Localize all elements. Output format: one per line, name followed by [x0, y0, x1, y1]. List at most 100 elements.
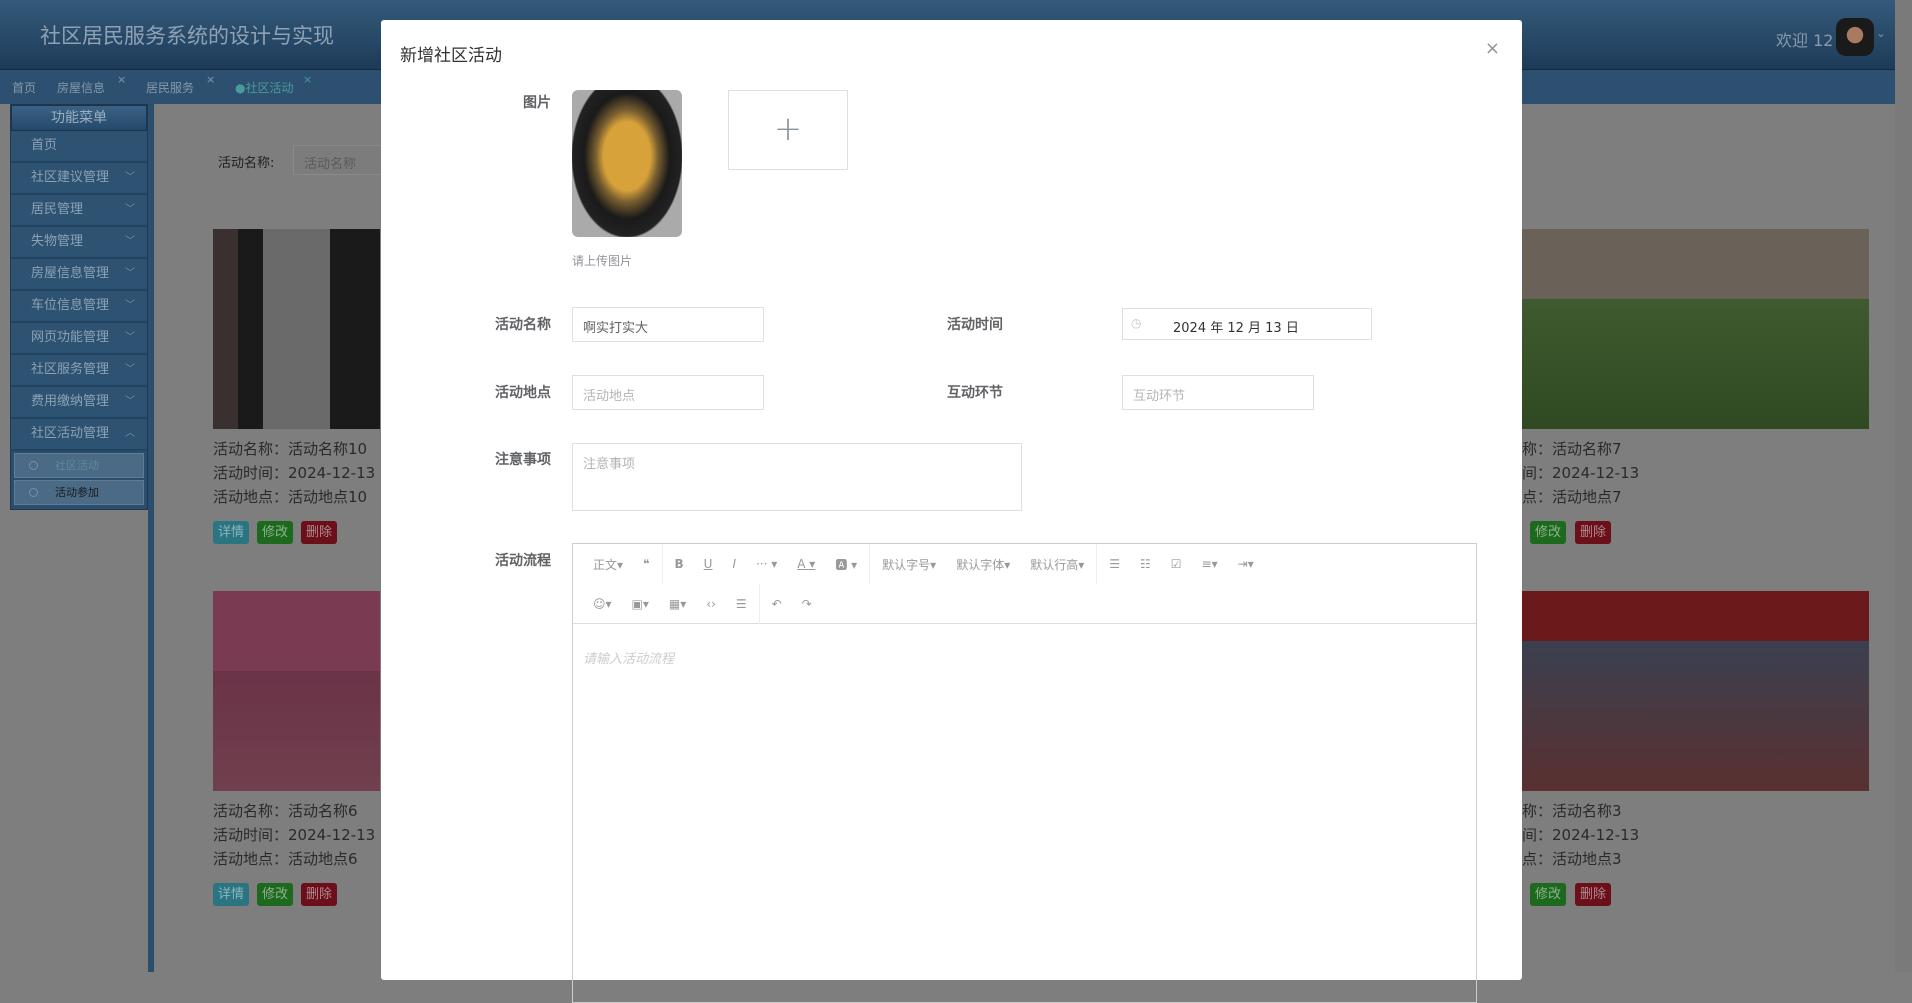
welcome-text: 欢迎 12: [1776, 31, 1834, 50]
time-label: 活动时间: [947, 317, 1003, 333]
activity-name-input[interactable]: 啊实打实大: [572, 307, 764, 342]
sidebar-item-house[interactable]: 房屋信息管理 ﹀: [11, 259, 147, 291]
delete-button[interactable]: 删除: [1575, 883, 1612, 906]
tab-community-activity[interactable]: ●社区活动 ×: [235, 73, 312, 96]
tab-home[interactable]: 首页: [12, 79, 36, 96]
activity-time-input[interactable]: ◷ 2024 年 12 月 13 日: [1122, 308, 1372, 340]
more-icon[interactable]: ··· ▾: [756, 557, 777, 571]
activity-card-info: 称：活动名称7 间：2024-12-13 点：活动地点7: [1522, 437, 1639, 509]
font-family-dropdown[interactable]: 默认字体▾: [956, 556, 1010, 573]
table-icon[interactable]: ▦▾: [669, 597, 686, 611]
app-title: 社区居民服务系统的设计与实现: [40, 24, 334, 48]
edit-button[interactable]: 修改: [1530, 883, 1567, 906]
sidebar-item-service[interactable]: 社区服务管理 ﹀: [11, 355, 147, 387]
redo-icon[interactable]: ↷: [802, 597, 812, 611]
name-label: 活动名称: [495, 317, 551, 333]
delete-button[interactable]: 删除: [301, 883, 338, 906]
search-label: 活动名称:: [218, 156, 275, 171]
close-icon[interactable]: ×: [117, 73, 126, 86]
notes-textarea[interactable]: 注意事项: [572, 443, 1022, 511]
close-icon[interactable]: ×: [206, 73, 215, 86]
activity-time: 活动时间：2024-12-13: [213, 826, 376, 844]
sidebar-item-parking[interactable]: 车位信息管理 ﹀: [11, 291, 147, 323]
bulleted-list-icon[interactable]: ☰: [1109, 557, 1120, 571]
activity-image[interactable]: [1522, 591, 1869, 791]
quote-icon[interactable]: ❝: [643, 557, 649, 571]
activity-image[interactable]: [213, 229, 380, 429]
divider: [758, 583, 760, 624]
rich-text-editor: 正文▾ ❝ B U I ··· ▾ A ▾ 🅰 ▾ 默认字号▾ 默认字体▾ 默认…: [572, 543, 1477, 1003]
divider: [661, 544, 663, 584]
sidebar-title: 功能菜单: [11, 105, 147, 131]
sidebar-item-home[interactable]: 首页: [11, 131, 147, 163]
tab-house-info[interactable]: 房屋信息 ×: [57, 73, 126, 96]
activity-name: 称：活动名称3: [1522, 802, 1622, 820]
sidebar-item-label: 首页: [31, 138, 58, 153]
sidebar-item-suggestion[interactable]: 社区建议管理 ﹀: [11, 163, 147, 195]
close-icon[interactable]: ×: [303, 73, 312, 86]
detail-button[interactable]: 详情: [213, 521, 250, 544]
sidebar-item-label: 社区建议管理: [31, 170, 110, 185]
chevron-down-icon: ﹀: [125, 300, 135, 311]
emoji-icon[interactable]: ☺▾: [593, 597, 612, 611]
activity-place: 活动地点：活动地点6: [213, 850, 358, 868]
sidebar-item-activity[interactable]: 社区活动管理 ︿: [11, 419, 147, 451]
code-icon[interactable]: ‹›: [706, 597, 716, 611]
close-icon[interactable]: ×: [1485, 38, 1500, 59]
numbered-list-icon[interactable]: ☷: [1140, 557, 1151, 571]
font-size-dropdown[interactable]: 默认字号▾: [882, 556, 936, 573]
chevron-down-icon[interactable]: ⌄: [1876, 26, 1886, 40]
chevron-down-icon: ﹀: [125, 204, 135, 215]
search-input[interactable]: 活动名称: [293, 145, 393, 175]
edit-button[interactable]: 修改: [257, 883, 294, 906]
sidebar-item-label: 费用缴纳管理: [31, 394, 110, 409]
underline-icon[interactable]: U: [704, 557, 713, 571]
image-icon[interactable]: ▣▾: [632, 597, 649, 611]
italic-icon[interactable]: I: [732, 557, 736, 571]
sidebar-item-web[interactable]: 网页功能管理 ﹀: [11, 323, 147, 355]
scrollbar[interactable]: [1895, 0, 1912, 972]
todo-icon[interactable]: ☑: [1171, 557, 1182, 571]
activity-card-info: 活动名称：活动名称6 活动时间：2024-12-13 活动地点：活动地点6: [213, 799, 375, 871]
chevron-down-icon: ﹀: [125, 396, 135, 407]
align-icon[interactable]: ≡▾: [1202, 557, 1218, 571]
activity-image[interactable]: [213, 591, 380, 791]
detail-button[interactable]: 详情: [213, 883, 250, 906]
sidebar-item-resident[interactable]: 居民管理 ﹀: [11, 195, 147, 227]
activity-place: 点：活动地点7: [1522, 488, 1622, 506]
paragraph-dropdown[interactable]: 正文▾: [593, 556, 623, 573]
bold-icon[interactable]: B: [675, 557, 684, 571]
sidebar-subitem-join[interactable]: 活动参加: [14, 480, 144, 505]
edit-button[interactable]: 修改: [257, 521, 294, 544]
activity-place-input[interactable]: 活动地点: [572, 375, 764, 410]
image-label: 图片: [523, 95, 551, 111]
font-color-icon[interactable]: A ▾: [797, 557, 815, 571]
undo-icon[interactable]: ↶: [772, 597, 782, 611]
tab-resident-service[interactable]: 居民服务 ×: [146, 73, 215, 96]
divider-line-icon[interactable]: ☰: [736, 597, 747, 611]
sidebar-subitem-activity[interactable]: 社区活动: [14, 453, 144, 478]
avatar[interactable]: [1836, 18, 1874, 56]
editor-content[interactable]: 请输入活动流程: [583, 648, 674, 667]
activity-image[interactable]: [1522, 229, 1869, 429]
sidebar-item-lost[interactable]: 失物管理 ﹀: [11, 227, 147, 259]
delete-button[interactable]: 删除: [1575, 521, 1612, 544]
chevron-up-icon: ︿: [125, 428, 135, 439]
interact-input[interactable]: 互动环节: [1122, 375, 1314, 410]
uploaded-image[interactable]: [572, 90, 682, 237]
background-color-icon[interactable]: 🅰 ▾: [835, 556, 857, 573]
line-height-dropdown[interactable]: 默认行高▾: [1030, 556, 1084, 573]
divider: [869, 544, 871, 584]
delete-button[interactable]: 删除: [301, 521, 338, 544]
editor-toolbar-row: 正文▾ ❝ B U I ··· ▾ A ▾ 🅰 ▾ 默认字号▾ 默认字体▾ 默认…: [573, 544, 1476, 584]
edit-button[interactable]: 修改: [1530, 521, 1567, 544]
tab-label: 居民服务: [146, 81, 195, 95]
add-activity-dialog: 新增社区活动 × 图片 + 请上传图片 活动名称 啊实打实大 活动时间 ◷ 202…: [381, 20, 1522, 1003]
upload-plus-button[interactable]: +: [728, 90, 848, 170]
chevron-down-icon: ﹀: [125, 364, 135, 375]
indent-icon[interactable]: ⇥▾: [1238, 557, 1254, 571]
circle-arrow-icon: [29, 488, 38, 497]
sidebar-item-fee[interactable]: 费用缴纳管理 ﹀: [11, 387, 147, 419]
activity-name: 活动名称：活动名称6: [213, 802, 358, 820]
sidebar-item-label: 车位信息管理: [31, 298, 110, 313]
